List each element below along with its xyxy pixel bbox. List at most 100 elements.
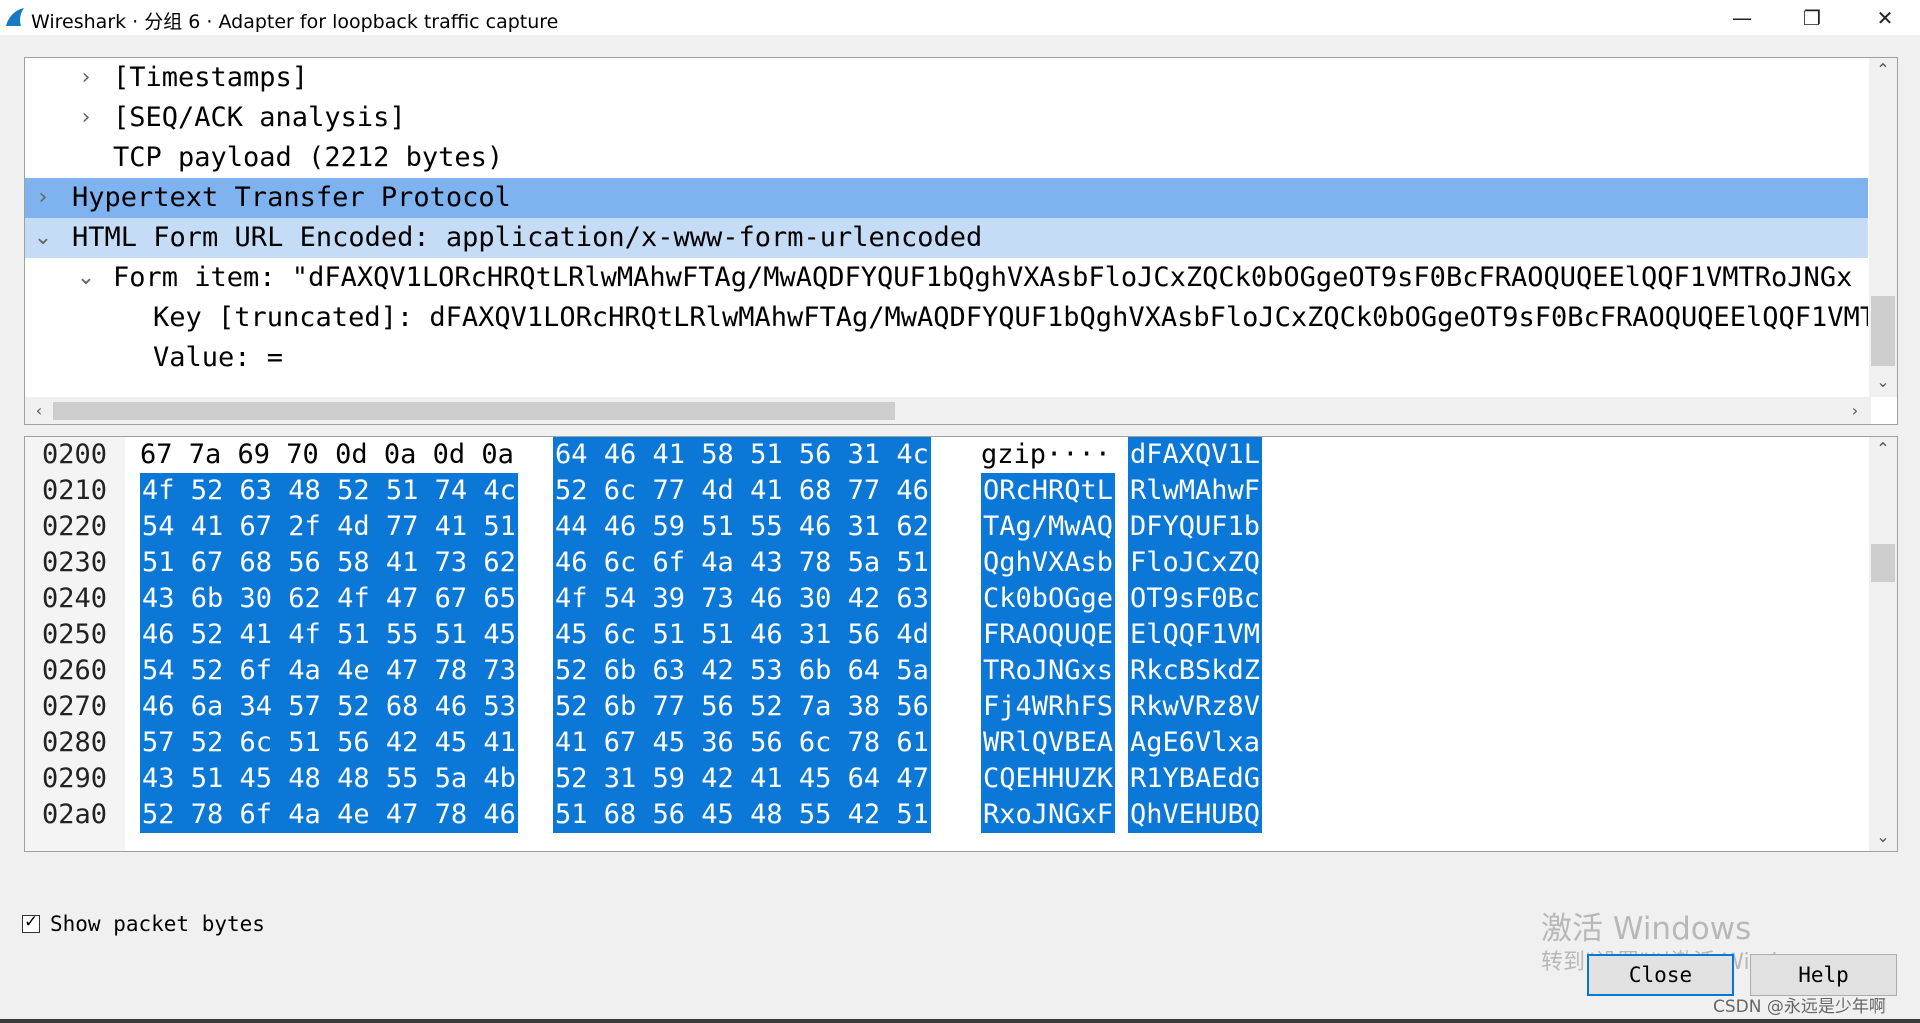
checkmark-icon: ✓ xyxy=(24,912,39,932)
restore-icon: ❐ xyxy=(1803,5,1821,30)
help-button[interactable]: Help xyxy=(1750,954,1897,996)
scroll-left-icon[interactable]: ‹ xyxy=(25,399,53,423)
ascii-group-1[interactable]: Ck0bOGge xyxy=(981,581,1116,617)
tree-item-label: Hypertext Transfer Protocol xyxy=(72,182,511,213)
show-packet-bytes-checkbox[interactable]: ✓ Show packet bytes xyxy=(22,912,265,936)
ascii-group-1[interactable]: QghVXAsb xyxy=(981,545,1116,581)
close-button[interactable]: Close xyxy=(1587,954,1734,996)
hex-group-2[interactable]: 51 68 56 45 48 55 42 51 xyxy=(553,797,931,833)
horizontal-scroll-thumb[interactable] xyxy=(53,402,895,420)
hex-group-1[interactable]: 43 6b 30 62 4f 47 67 65 xyxy=(140,581,518,617)
byte-offset: 0290 xyxy=(42,763,108,794)
packet-bytes-pane[interactable]: 0200 67 7a 69 70 0d 0a 0d 0a 64 46 41 58… xyxy=(24,436,1898,852)
tree-item-tcp-payload[interactable]: TCP payload (2212 bytes) xyxy=(25,138,1868,178)
hex-group-2[interactable]: 52 6c 77 4d 41 68 77 46 xyxy=(553,473,931,509)
hex-group-1[interactable]: 46 6a 34 57 52 68 46 53 xyxy=(140,689,518,725)
ascii-group-1[interactable]: Fj4WRhFS xyxy=(981,689,1116,725)
tree-item-value[interactable]: Value: = xyxy=(25,338,1868,378)
scroll-right-icon[interactable]: › xyxy=(1841,399,1869,423)
activation-watermark-title: 激活 Windows xyxy=(1541,911,1752,947)
bytes-vertical-scrollbar[interactable]: ⌃ ⌄ xyxy=(1869,437,1897,851)
tree-item-key[interactable]: Key [truncated]: dFAXQV1LORcHRQtLRlwMAhw… xyxy=(25,298,1868,338)
scroll-down-icon[interactable]: ⌄ xyxy=(1869,825,1897,849)
expand-arrow-icon[interactable]: › xyxy=(33,178,53,218)
hex-group-1[interactable]: 57 52 6c 51 56 42 45 41 xyxy=(140,725,518,761)
scroll-up-icon[interactable]: ⌃ xyxy=(1869,437,1897,461)
close-icon: ✕ xyxy=(1876,5,1894,30)
tree-item-label: Value: = xyxy=(153,342,284,373)
hex-group-2[interactable]: 41 67 45 36 56 6c 78 61 xyxy=(553,725,931,761)
collapse-arrow-icon[interactable]: ⌄ xyxy=(76,258,96,298)
ascii-group-1[interactable]: CQEHHUZK xyxy=(981,761,1116,797)
byte-offset: 02a0 xyxy=(42,799,108,830)
byte-offset: 0240 xyxy=(42,583,108,614)
expand-arrow-icon[interactable]: › xyxy=(76,58,96,98)
hex-group-2[interactable]: 4f 54 39 73 46 30 42 63 xyxy=(553,581,931,617)
ascii-group-2[interactable]: QhVEHUBQ xyxy=(1128,797,1263,833)
ascii-group-2[interactable]: RlwMAhwF xyxy=(1128,473,1263,509)
hex-group-2[interactable]: 45 6c 51 51 46 31 56 4d xyxy=(553,617,931,653)
ascii-group-2[interactable]: dFAXQV1L xyxy=(1128,437,1263,473)
vertical-scroll-thumb[interactable] xyxy=(1871,544,1895,582)
hex-group-2[interactable]: 44 46 59 51 55 46 31 62 xyxy=(553,509,931,545)
restore-button[interactable]: ❐ xyxy=(1782,0,1842,35)
scroll-down-icon[interactable]: ⌄ xyxy=(1869,370,1897,394)
byte-offset: 0210 xyxy=(42,475,108,506)
byte-offset: 0220 xyxy=(42,511,108,542)
hex-group-1[interactable]: 46 52 41 4f 51 55 51 45 xyxy=(140,617,518,653)
ascii-group-1[interactable]: TRoJNGxs xyxy=(981,653,1116,689)
byte-offset: 0250 xyxy=(42,619,108,650)
ascii-group-1[interactable]: FRAOQUQE xyxy=(981,617,1116,653)
ascii-group-1[interactable]: WRlQVBEA xyxy=(981,725,1116,761)
tree-horizontal-scrollbar[interactable]: ‹ › xyxy=(25,397,1871,424)
hex-group-2[interactable]: 52 6b 63 42 53 6b 64 5a xyxy=(553,653,931,689)
tree-item-http[interactable]: › Hypertext Transfer Protocol xyxy=(25,178,1868,218)
hex-group-1[interactable]: 52 78 6f 4a 4e 47 78 46 xyxy=(140,797,518,833)
tree-item-label: Form item: "dFAXQV1LORcHRQtLRlwMAhwFTAg/… xyxy=(113,262,1853,293)
ascii-group-2[interactable]: ElQQF1VM xyxy=(1128,617,1263,653)
hex-group-2[interactable]: 46 6c 6f 4a 43 78 5a 51 xyxy=(553,545,931,581)
hex-group-2[interactable]: 52 31 59 42 41 45 64 47 xyxy=(553,761,931,797)
ascii-group-1[interactable]: gzip···· xyxy=(981,437,1111,473)
help-button-label: Help xyxy=(1798,963,1849,987)
hex-group-1[interactable]: 54 52 6f 4a 4e 47 78 73 xyxy=(140,653,518,689)
tree-item-seq-ack-analysis[interactable]: › [SEQ/ACK analysis] xyxy=(25,98,1868,138)
byte-offset: 0230 xyxy=(42,547,108,578)
hex-group-1[interactable]: 67 7a 69 70 0d 0a 0d 0a xyxy=(140,437,514,473)
ascii-group-1[interactable]: ORcHRQtL xyxy=(981,473,1116,509)
tree-item-timestamps[interactable]: › [Timestamps] xyxy=(25,58,1868,98)
hex-group-1[interactable]: 51 67 68 56 58 41 73 62 xyxy=(140,545,518,581)
ascii-group-2[interactable]: RkcBSkdZ xyxy=(1128,653,1263,689)
ascii-group-2[interactable]: OT9sF0Bc xyxy=(1128,581,1263,617)
hex-group-2[interactable]: 64 46 41 58 51 56 31 4c xyxy=(553,437,931,473)
ascii-group-2[interactable]: AgE6Vlxa xyxy=(1128,725,1263,761)
ascii-group-2[interactable]: R1YBAEdG xyxy=(1128,761,1263,797)
title-bar: Wireshark · 分组 6 · Adapter for loopback … xyxy=(0,0,1920,35)
tree-vertical-scrollbar[interactable]: ⌃ ⌄ xyxy=(1869,58,1897,397)
tree-item-label: HTML Form URL Encoded: application/x-www… xyxy=(72,222,983,253)
hex-group-2[interactable]: 52 6b 77 56 52 7a 38 56 xyxy=(553,689,931,725)
hex-group-1[interactable]: 54 41 67 2f 4d 77 41 51 xyxy=(140,509,518,545)
window-title: Wireshark · 分组 6 · Adapter for loopback … xyxy=(31,11,559,33)
tree-item-form-item[interactable]: ⌄ Form item: "dFAXQV1LORcHRQtLRlwMAhwFTA… xyxy=(25,258,1868,298)
tree-item-html-form[interactable]: ⌄ HTML Form URL Encoded: application/x-w… xyxy=(25,218,1868,258)
tree-item-label: [Timestamps] xyxy=(113,62,309,93)
ascii-group-1[interactable]: RxoJNGxF xyxy=(981,797,1116,833)
ascii-group-2[interactable]: FloJCxZQ xyxy=(1128,545,1263,581)
expand-arrow-icon[interactable]: › xyxy=(76,98,96,138)
hex-group-1[interactable]: 4f 52 63 48 52 51 74 4c xyxy=(140,473,518,509)
tree-item-label: [SEQ/ACK analysis] xyxy=(113,102,406,133)
packet-details-tree[interactable]: › [Timestamps] › [SEQ/ACK analysis] TCP … xyxy=(24,57,1898,425)
byte-offset: 0260 xyxy=(42,655,108,686)
scroll-up-icon[interactable]: ⌃ xyxy=(1869,58,1897,82)
byte-offset: 0280 xyxy=(42,727,108,758)
collapse-arrow-icon[interactable]: ⌄ xyxy=(33,218,53,258)
ascii-group-1[interactable]: TAg/MwAQ xyxy=(981,509,1116,545)
hex-group-1[interactable]: 43 51 45 48 48 55 5a 4b xyxy=(140,761,518,797)
minimize-button[interactable]: — xyxy=(1712,0,1772,35)
checkbox-box[interactable]: ✓ xyxy=(22,912,40,933)
vertical-scroll-thumb[interactable] xyxy=(1871,296,1895,366)
ascii-group-2[interactable]: RkwVRz8V xyxy=(1128,689,1263,725)
ascii-group-2[interactable]: DFYQUF1b xyxy=(1128,509,1263,545)
close-window-button[interactable]: ✕ xyxy=(1855,0,1915,35)
